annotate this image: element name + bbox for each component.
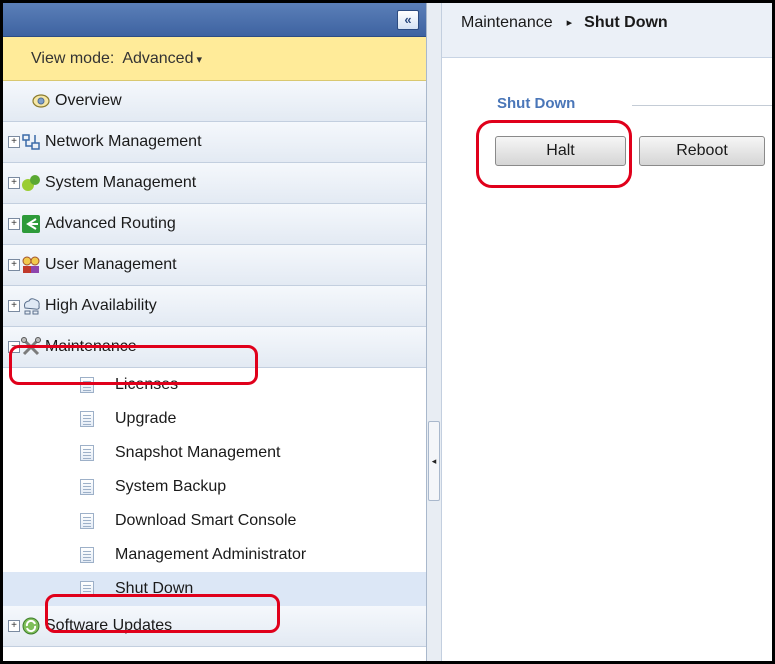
overview-icon (32, 94, 50, 108)
users-icon (22, 256, 40, 273)
sidebar-subitem-licenses[interactable]: Licenses (3, 368, 426, 402)
sidebar-subitem-label: Shut Down (115, 580, 194, 597)
sidebar-subitem-label: Licenses (115, 376, 179, 393)
sidebar-subitem-label: Snapshot Management (115, 444, 281, 461)
main-content: Maintenance ▸ Shut Down Shut Down Halt Reb… (442, 3, 772, 661)
sidebar-item-label: System Management (45, 174, 197, 191)
collapse-icon[interactable]: − (8, 341, 20, 353)
sidebar-item-system-management[interactable]: + System Management (3, 163, 426, 204)
page-icon (80, 581, 94, 597)
section-title: Shut Down (497, 95, 576, 112)
splitter-handle[interactable]: ◂ (428, 421, 440, 501)
page-icon (80, 547, 94, 563)
reboot-button[interactable]: Reboot (639, 136, 765, 166)
page-icon (80, 377, 94, 393)
chevron-down-icon[interactable]: ▾ (196, 54, 202, 66)
breadcrumb: Maintenance ▸ Shut Down (442, 3, 772, 58)
expand-icon[interactable]: + (8, 218, 20, 230)
routing-icon (22, 215, 40, 233)
sidebar-item-advanced-routing[interactable]: + Advanced Routing (3, 204, 426, 245)
sidebar-item-label: Network Management (45, 133, 202, 150)
panel-splitter[interactable]: ◂ (427, 3, 442, 661)
software-updates-icon (22, 617, 40, 635)
view-mode-selector[interactable]: View mode: Advanced ▾ (3, 37, 426, 81)
sidebar-item-label: Advanced Routing (45, 215, 176, 232)
sidebar-item-network-management[interactable]: + Network Management (3, 122, 426, 163)
view-mode-value[interactable]: Advanced (122, 50, 193, 67)
high-availability-icon (24, 298, 40, 315)
breadcrumb-separator-icon: ▸ (566, 17, 573, 29)
sidebar-subitem-label: System Backup (115, 478, 227, 495)
system-management-icon (22, 175, 40, 191)
sidebar-subitem-snapshot-management[interactable]: Snapshot Management (3, 436, 426, 470)
page-icon (80, 445, 94, 461)
expand-icon[interactable]: + (8, 177, 20, 189)
sidebar-subitem-label: Upgrade (115, 410, 177, 427)
nav-tree: Overview + Network Management + System M… (3, 81, 426, 647)
expand-icon[interactable]: + (8, 259, 20, 271)
sidebar-item-label: High Availability (45, 297, 157, 314)
expand-icon[interactable]: + (8, 300, 20, 312)
breadcrumb-current: Shut Down (584, 14, 668, 31)
sidebar-subitem-label: Download Smart Console (115, 512, 297, 529)
network-icon (22, 134, 40, 150)
sidebar-header: « (3, 3, 426, 37)
view-mode-label: View mode: (31, 50, 115, 67)
sidebar-subitem-management-administrator[interactable]: Management Administrator (3, 538, 426, 572)
app-window: « View mode: Advanced ▾ Overview + Netwo… (0, 0, 775, 664)
expand-icon[interactable]: + (8, 620, 20, 632)
breadcrumb-parent[interactable]: Maintenance (461, 14, 553, 31)
collapse-sidebar-button[interactable]: « (397, 10, 419, 30)
tools-icon (21, 337, 41, 356)
sidebar-item-software-updates[interactable]: + Software Updates (3, 606, 426, 647)
sidebar-item-label: Overview (55, 92, 122, 109)
sidebar-subitem-label: Management Administrator (115, 546, 307, 563)
sidebar-item-label: User Management (45, 256, 177, 273)
sidebar-item-label: Maintenance (45, 338, 137, 355)
expand-icon[interactable]: + (8, 136, 20, 148)
sidebar-item-label: Software Updates (45, 617, 173, 634)
sidebar-subitem-shut-down[interactable]: Shut Down (3, 572, 426, 606)
sidebar-item-overview[interactable]: Overview (3, 81, 426, 122)
section-divider (632, 105, 772, 106)
page-icon (80, 479, 94, 495)
sidebar-item-user-management[interactable]: + User Management (3, 245, 426, 286)
sidebar-subitem-download-smart-console[interactable]: Download Smart Console (3, 504, 426, 538)
sidebar-subitem-system-backup[interactable]: System Backup (3, 470, 426, 504)
page-icon (80, 513, 94, 529)
sidebar: « View mode: Advanced ▾ Overview + Netwo… (3, 3, 427, 661)
sidebar-subitem-upgrade[interactable]: Upgrade (3, 402, 426, 436)
sidebar-item-high-availability[interactable]: + High Availability (3, 286, 426, 327)
sidebar-item-maintenance[interactable]: − Maintenance (3, 327, 426, 368)
halt-button[interactable]: Halt (495, 136, 626, 166)
page-icon (80, 411, 94, 427)
